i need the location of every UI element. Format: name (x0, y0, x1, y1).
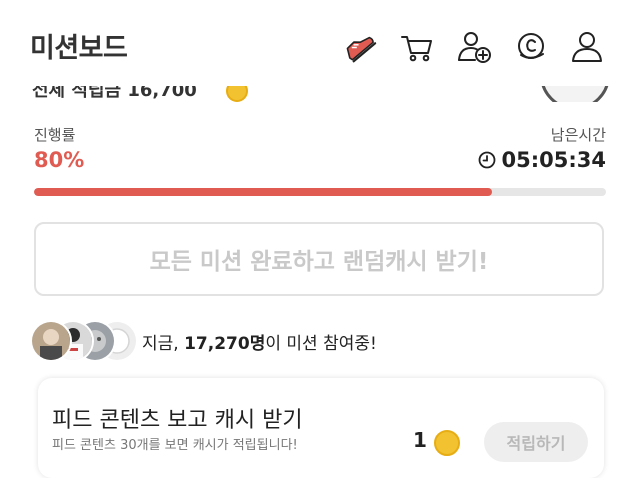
clock-icon (478, 151, 496, 169)
mission-card[interactable]: 피드 콘텐츠 보고 캐시 받기 피드 콘텐츠 30개를 보면 캐시가 적립됩니다… (38, 378, 604, 478)
app-header: 미션보드 (0, 0, 640, 86)
remaining-time: 05:05:34 (478, 148, 606, 172)
participants-prefix: 지금, (142, 334, 185, 354)
progress-value: 80% (34, 148, 85, 172)
mission-title: 피드 콘텐츠 보고 캐시 받기 (52, 408, 303, 433)
coin-icon[interactable] (512, 28, 550, 66)
complete-all-missions-button[interactable]: 모든 미션 완료하고 랜덤캐시 받기! (34, 222, 604, 296)
mission-reward: 1 (413, 428, 427, 452)
sneaker-icon[interactable] (340, 28, 378, 66)
progress-bar (34, 188, 606, 196)
remaining-time-label: 남은시간 (550, 126, 606, 144)
progress-label: 진행률 (34, 126, 76, 144)
claim-button[interactable]: 적립하기 (484, 422, 588, 462)
participants-row: 지금, 17,270명이 미션 참여중! (30, 318, 610, 362)
participants-count: 17,270명 (184, 334, 266, 354)
profile-icon[interactable] (568, 28, 606, 66)
participant-avatar (30, 320, 72, 362)
participants-suffix: 이 미션 참여중! (265, 334, 377, 354)
participants-text: 지금, 17,270명이 미션 참여중! (142, 329, 377, 354)
page-title: 미션보드 (30, 33, 128, 64)
mission-subtitle: 피드 콘텐츠 30개를 보면 캐시가 적립됩니다! (52, 438, 298, 453)
coin-reward-icon (434, 430, 460, 456)
progress-bar-fill (34, 188, 492, 196)
add-user-icon[interactable] (455, 28, 493, 66)
remaining-time-value: 05:05:34 (501, 148, 606, 172)
cart-icon[interactable] (398, 28, 436, 66)
